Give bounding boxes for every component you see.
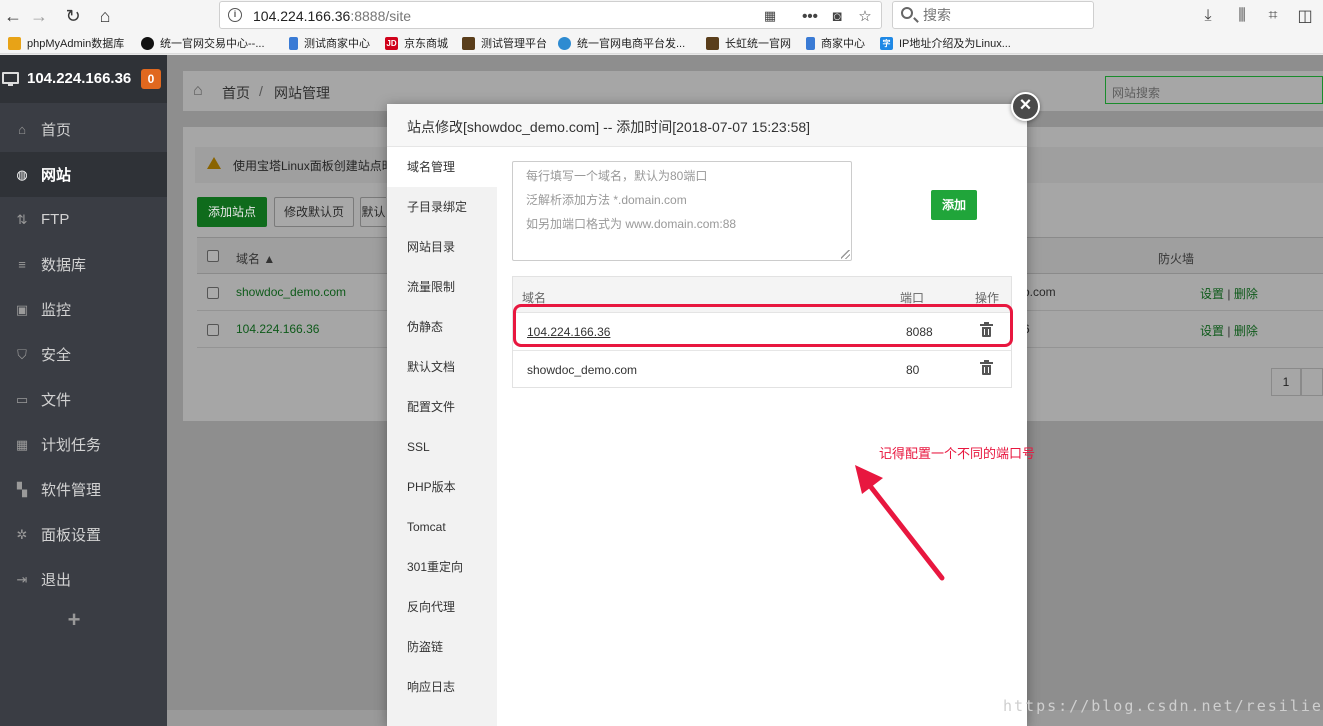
- watermark-text: https://blog.csdn.net/resilient: [1003, 697, 1323, 715]
- annotation-arrow: [855, 465, 945, 581]
